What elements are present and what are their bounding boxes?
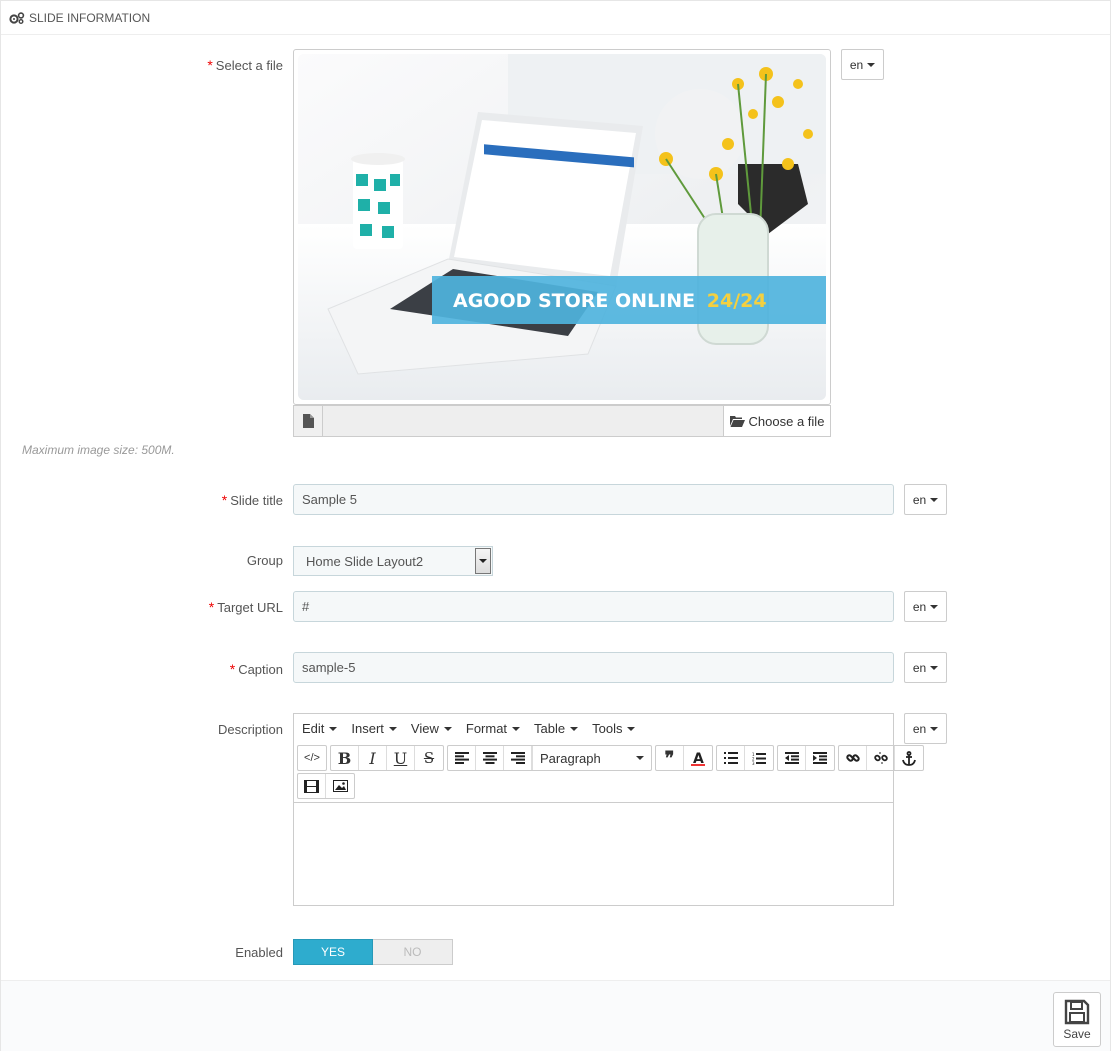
toggle-yes-option[interactable]: YES (293, 939, 373, 965)
slide-image: AGOOD STORE ONLINE 24/24 (298, 54, 826, 400)
caret-down-icon (930, 665, 939, 670)
target-url-label: * Target URL (208, 599, 283, 615)
select-arrow-button[interactable] (475, 548, 491, 574)
enabled-label: Enabled (235, 945, 283, 960)
unlink-icon[interactable] (867, 746, 895, 770)
slide-title-label: * Slide title (221, 492, 283, 508)
outdent-icon[interactable] (778, 746, 806, 770)
caret-down-icon (930, 497, 939, 502)
slide-title-lang-dropdown[interactable]: en (904, 484, 947, 515)
svg-text:AGOOD STORE ONLINE 2: AGOOD STORE ONLINE 24/24 (453, 290, 767, 312)
numbered-list-icon[interactable]: 123 (745, 746, 773, 770)
bold-icon[interactable]: B (331, 746, 359, 770)
group-select[interactable]: Home Slide Layout2 (293, 546, 493, 576)
menu-tools[interactable]: Tools (592, 721, 636, 736)
caret-down-icon (570, 726, 579, 731)
file-name-field[interactable] (323, 405, 723, 437)
editor-toolbar: </> B I U S Paragraph ❞ A 1 2 3 (294, 743, 924, 803)
caret-down-icon (930, 726, 939, 731)
slide-title-input[interactable]: Sample 5 (293, 484, 894, 515)
caret-down-icon (930, 604, 939, 609)
format-select[interactable]: Paragraph (532, 746, 651, 770)
anchor-icon[interactable] (895, 746, 923, 770)
align-left-icon[interactable] (448, 746, 476, 770)
text-color-icon[interactable]: A (684, 746, 712, 770)
save-label: Save (1063, 1026, 1091, 1041)
editor-menubar: Edit Insert View Format Table Tools (294, 714, 893, 743)
caption-lang-dropdown[interactable]: en (904, 652, 947, 683)
caret-down-icon (867, 62, 876, 67)
source-code-icon[interactable]: </> (298, 746, 326, 770)
menu-insert[interactable]: Insert (351, 721, 397, 736)
description-lang-dropdown[interactable]: en (904, 713, 947, 744)
select-file-label: * Select a file (207, 57, 283, 73)
menu-table[interactable]: Table (534, 721, 579, 736)
image-icon[interactable] (326, 774, 354, 798)
group-selected-value: Home Slide Layout2 (306, 553, 424, 569)
file-icon (302, 414, 314, 428)
panel-footer: Save (1, 980, 1110, 1051)
panel-title: SLIDE INFORMATION (29, 10, 151, 25)
caret-down-icon (443, 726, 452, 731)
image-size-hint: Maximum image size: 500M. (22, 443, 175, 457)
bullet-list-icon[interactable] (717, 746, 745, 770)
banner-text: AGOOD STORE ONLINE (453, 290, 695, 312)
required-marker: * (208, 599, 215, 615)
caption-label: * Caption (229, 661, 283, 677)
menu-edit[interactable]: Edit (302, 721, 338, 736)
caret-down-icon (512, 726, 521, 731)
strikethrough-icon[interactable]: S (415, 746, 443, 770)
menu-view[interactable]: View (411, 721, 452, 736)
image-preview: AGOOD STORE ONLINE 24/24 (293, 49, 831, 405)
lang-label: en (912, 599, 927, 614)
required-marker: * (229, 661, 236, 677)
align-right-icon[interactable] (504, 746, 532, 770)
align-center-icon[interactable] (476, 746, 504, 770)
svg-text:3: 3 (752, 761, 755, 765)
choose-file-button[interactable]: Choose a file (723, 405, 831, 437)
choose-file-label: Choose a file (748, 413, 825, 429)
required-marker: * (221, 492, 228, 508)
panel-heading: SLIDE INFORMATION (1, 1, 1110, 35)
italic-icon[interactable]: I (359, 746, 387, 770)
slide-information-panel: SLIDE INFORMATION * Select a file AGOOD … (0, 0, 1111, 1051)
underline-icon[interactable]: U (387, 746, 415, 770)
editor-content-area[interactable] (294, 803, 893, 905)
caret-down-icon (627, 726, 636, 731)
toggle-no-option[interactable]: NO (373, 939, 453, 965)
folder-open-icon (729, 416, 745, 427)
save-button[interactable]: Save (1053, 992, 1101, 1047)
format-select-value: Paragraph (540, 750, 601, 766)
file-picker: Choose a file (293, 405, 831, 437)
lang-label: en (912, 492, 927, 507)
caption-input[interactable]: sample-5 (293, 652, 894, 683)
enabled-toggle[interactable]: YES NO (293, 939, 453, 965)
svg-text:A: A (693, 751, 704, 766)
target-url-lang-dropdown[interactable]: en (904, 591, 947, 622)
slide-image-illustration: AGOOD STORE ONLINE 24/24 (298, 54, 826, 400)
caret-down-icon (636, 756, 644, 760)
indent-icon[interactable] (806, 746, 834, 770)
lang-label: en (912, 660, 927, 675)
required-marker: * (207, 57, 213, 73)
cogs-icon (9, 11, 25, 24)
caret-down-icon (479, 559, 487, 563)
menu-format[interactable]: Format (466, 721, 521, 736)
media-icon[interactable] (298, 774, 326, 798)
save-icon (1064, 999, 1090, 1024)
description-editor: Edit Insert View Format Table Tools </> … (293, 713, 924, 906)
target-url-input[interactable]: # (293, 591, 894, 622)
group-label: Group (246, 553, 283, 568)
caret-down-icon (329, 726, 338, 731)
blockquote-icon[interactable]: ❞ (656, 746, 684, 770)
lang-label: en (849, 57, 864, 72)
file-icon-box (293, 405, 323, 437)
description-label: Description (217, 722, 283, 737)
banner-highlight: 24/24 (707, 290, 767, 312)
link-icon[interactable] (839, 746, 867, 770)
caret-down-icon (388, 726, 397, 731)
lang-label: en (912, 721, 927, 736)
file-lang-dropdown[interactable]: en (841, 49, 884, 80)
